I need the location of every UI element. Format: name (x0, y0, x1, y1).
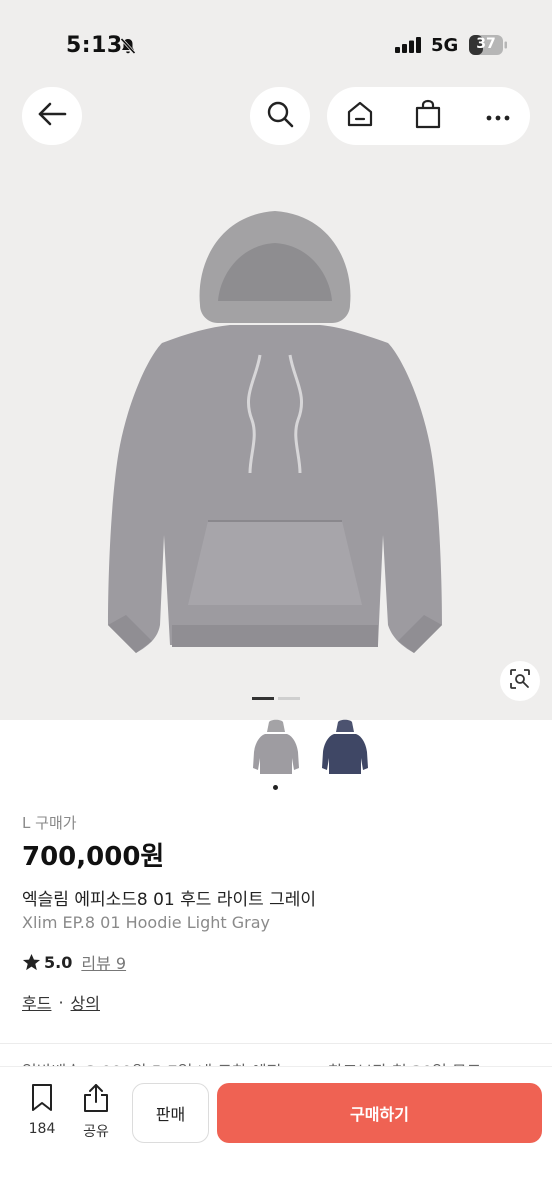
more-button[interactable] (475, 93, 521, 139)
sell-button[interactable]: 판매 (132, 1083, 209, 1143)
product-name-ko: 엑슬림 에피소드8 01 후드 라이트 그레이 (22, 890, 317, 910)
bookmark-button[interactable]: 184 (22, 1083, 62, 1139)
thumbnail-selected-dot (273, 785, 278, 790)
buy-button[interactable]: 구매하기 (217, 1083, 542, 1143)
price: 700,000원 (22, 842, 165, 872)
network-label: 5G (431, 35, 459, 56)
rating-row: 5.0 리뷰 9 (22, 950, 126, 974)
shopping-bag-icon (414, 99, 442, 133)
search-button[interactable] (250, 87, 310, 145)
shopping-bag-button[interactable] (405, 93, 451, 139)
signal-icon (395, 37, 423, 57)
thumbnail-light-gray[interactable] (251, 718, 301, 780)
review-link[interactable]: 리뷰 9 (81, 950, 126, 974)
rating-value: 5.0 (44, 952, 73, 972)
share-icon (82, 1083, 110, 1117)
top-action-group (327, 87, 530, 145)
back-button[interactable] (22, 87, 82, 145)
battery-level: 37 (476, 36, 496, 52)
image-search-button[interactable] (500, 661, 540, 701)
product-gallery[interactable]: 5:13 5G 37 (0, 0, 552, 720)
price-label: 구매가 (35, 814, 77, 832)
search-icon (266, 100, 294, 132)
bookmark-count: 184 (28, 1121, 56, 1137)
more-icon (485, 107, 511, 126)
status-bar: 5:13 5G 37 (0, 0, 552, 90)
bell-slash-icon (119, 37, 137, 59)
bottom-action-bar: 184 공유 판매 구매하기 (0, 1066, 552, 1200)
home-button[interactable] (337, 93, 383, 139)
category-link-hoodie[interactable]: 후드 (22, 990, 51, 1014)
product-name-en: Xlim EP.8 01 Hoodie Light Gray (22, 913, 270, 932)
category-link-tops[interactable]: 상의 (71, 990, 100, 1014)
section-divider (0, 1043, 552, 1044)
pager-inactive-segment (278, 697, 300, 700)
star-icon (22, 953, 41, 972)
category-separator: · (58, 992, 64, 1012)
pager-active-segment (252, 697, 274, 700)
bookmark-icon (29, 1083, 55, 1117)
share-label: 공유 (83, 1124, 109, 1140)
product-image[interactable] (100, 205, 450, 669)
share-button[interactable]: 공유 (76, 1083, 116, 1140)
arrow-left-icon (37, 101, 67, 131)
size-price-label: L 구매가 (22, 812, 77, 833)
lens-icon (509, 668, 531, 694)
image-pager (252, 697, 300, 700)
status-time: 5:13 (66, 33, 123, 58)
size-label: L (22, 814, 31, 832)
category-breadcrumb: 후드 · 상의 (22, 990, 100, 1014)
thumbnail-navy[interactable] (320, 718, 370, 780)
home-icon (346, 100, 374, 132)
